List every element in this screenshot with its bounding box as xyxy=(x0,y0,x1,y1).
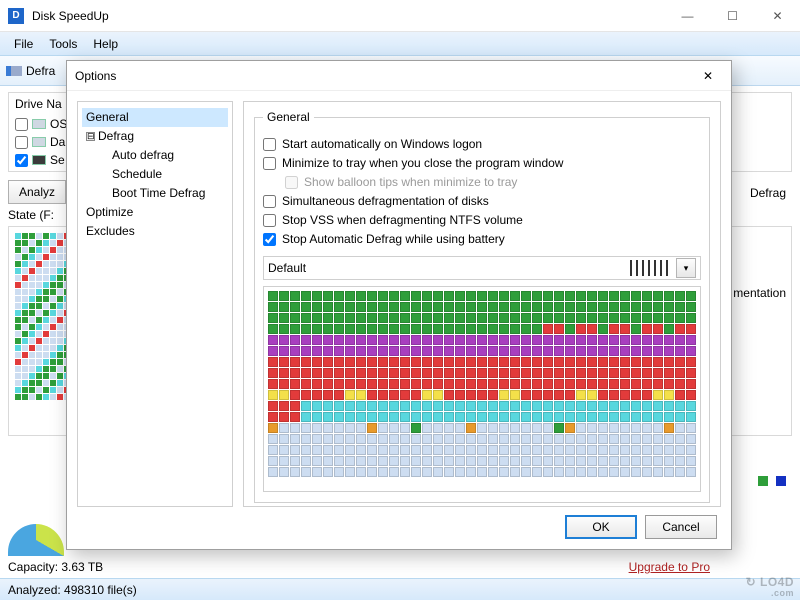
palette-swatch[interactable] xyxy=(642,260,644,276)
options-dialog: Options ✕ General ⊟Defrag Auto defrag Sc… xyxy=(66,60,732,550)
watermark: ↻ LO4D.com xyxy=(746,566,794,598)
drive-icon xyxy=(32,137,46,147)
drive-label: Se xyxy=(50,153,65,167)
drive-checkbox[interactable] xyxy=(15,136,28,149)
chk-battery[interactable] xyxy=(263,233,276,246)
chk-simul-label: Simultaneous defragmentation of disks xyxy=(282,194,489,208)
capacity-pie-icon xyxy=(8,524,64,556)
menu-file[interactable]: File xyxy=(6,35,41,53)
palette-swatch[interactable] xyxy=(630,260,632,276)
maximize-button[interactable]: ☐ xyxy=(710,1,755,31)
chk-balloon-label: Show balloon tips when minimize to tray xyxy=(304,175,517,189)
app-icon: D xyxy=(8,8,24,24)
chk-tray[interactable] xyxy=(263,157,276,170)
chk-vss[interactable] xyxy=(263,214,276,227)
chk-balloon xyxy=(285,176,298,189)
palette-swatch[interactable] xyxy=(654,260,656,276)
tree-defrag[interactable]: ⊟Defrag xyxy=(82,127,228,146)
analyzed-label: Analyzed: 498310 file(s) xyxy=(8,583,137,597)
ok-button[interactable]: OK xyxy=(565,515,637,539)
drive-icon xyxy=(32,119,46,129)
tree-schedule[interactable]: Schedule xyxy=(82,165,228,184)
menu-tools[interactable]: Tools xyxy=(41,35,85,53)
chk-vss-label: Stop VSS when defragmenting NTFS volume xyxy=(282,213,523,227)
dialog-titlebar: Options ✕ xyxy=(67,61,731,91)
menu-help[interactable]: Help xyxy=(85,35,126,53)
chk-startup[interactable] xyxy=(263,138,276,151)
chk-battery-label: Stop Automatic Defrag while using batter… xyxy=(282,232,505,246)
palette-dropdown[interactable]: ▾ xyxy=(676,258,696,278)
palette-swatch[interactable] xyxy=(666,260,668,276)
options-pane: General Start automatically on Windows l… xyxy=(243,101,721,507)
menubar: File Tools Help xyxy=(0,32,800,56)
palette-row: Default ▾ xyxy=(263,256,701,280)
options-tree: General ⊟Defrag Auto defrag Schedule Boo… xyxy=(77,101,233,507)
palette-swatch[interactable] xyxy=(648,260,650,276)
palette-label: Default xyxy=(268,261,306,275)
tree-optimize[interactable]: Optimize xyxy=(82,203,228,222)
titlebar: D Disk SpeedUp — ☐ ✕ xyxy=(0,0,800,32)
collapse-icon[interactable]: ⊟ xyxy=(86,132,95,141)
chk-startup-label: Start automatically on Windows logon xyxy=(282,137,482,151)
right-labels: Defrag mentation xyxy=(733,186,786,300)
cluster-preview xyxy=(263,286,701,492)
palette-swatch[interactable] xyxy=(636,260,638,276)
general-group: General Start automatically on Windows l… xyxy=(254,110,710,503)
drive-checkbox[interactable] xyxy=(15,154,28,167)
toolbar-defrag-label: Defra xyxy=(26,64,55,78)
defrag-icon xyxy=(6,66,22,76)
tree-boot-time[interactable]: Boot Time Defrag xyxy=(82,184,228,203)
drive-checkbox[interactable] xyxy=(15,118,28,131)
drive-icon xyxy=(32,155,46,165)
analyze-button[interactable]: Analyz xyxy=(8,180,66,204)
dialog-title: Options xyxy=(75,69,116,83)
upgrade-link[interactable]: Upgrade to Pro xyxy=(629,560,710,574)
status-bar: Analyzed: 498310 file(s) xyxy=(0,578,800,600)
minimize-button[interactable]: — xyxy=(665,1,710,31)
drive-label: OS xyxy=(50,117,67,131)
window-title: Disk SpeedUp xyxy=(32,9,109,23)
cancel-button[interactable]: Cancel xyxy=(645,515,717,539)
drive-label: Da xyxy=(50,135,65,149)
right-legend xyxy=(758,476,786,486)
tree-excludes[interactable]: Excludes xyxy=(82,222,228,241)
palette-swatch[interactable] xyxy=(660,260,662,276)
tree-general[interactable]: General xyxy=(82,108,228,127)
group-legend: General xyxy=(263,110,314,124)
window-close-button[interactable]: ✕ xyxy=(755,1,800,31)
toolbar-defrag[interactable]: Defra xyxy=(6,64,55,78)
tree-auto-defrag[interactable]: Auto defrag xyxy=(82,146,228,165)
chk-tray-label: Minimize to tray when you close the prog… xyxy=(282,156,563,170)
dialog-close-button[interactable]: ✕ xyxy=(693,69,723,83)
chk-simultaneous[interactable] xyxy=(263,195,276,208)
